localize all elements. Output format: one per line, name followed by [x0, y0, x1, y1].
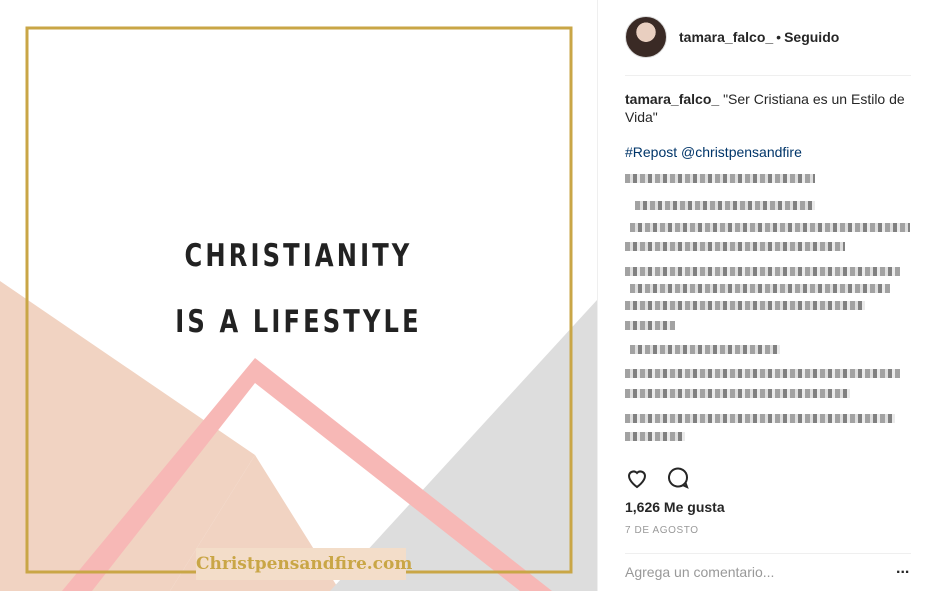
- blurred-caption: [625, 168, 915, 458]
- caption: tamara_falco_ "Ser Cristiana es un Estil…: [625, 90, 907, 126]
- header-text: tamara_falco_ • Seguido: [679, 29, 839, 45]
- more-options-icon[interactable]: ...: [896, 560, 909, 578]
- comment-input[interactable]: Agrega un comentario...: [625, 564, 774, 580]
- username-link[interactable]: tamara_falco_: [679, 29, 773, 45]
- separator-dot: •: [776, 29, 782, 45]
- action-bar: [625, 466, 707, 490]
- comment-icon[interactable]: [666, 466, 690, 490]
- watermark: Christpensandfire.com: [196, 548, 412, 580]
- like-count[interactable]: 1,626 Me gusta: [625, 499, 725, 515]
- header-divider: [625, 75, 911, 76]
- heart-icon[interactable]: [625, 466, 649, 490]
- post-header: tamara_falco_ • Seguido: [625, 16, 839, 58]
- quote-line-1: CHRISTIANITY: [184, 238, 413, 274]
- post-image[interactable]: CHRISTIANITY IS A LIFESTYLE Christpensan…: [0, 0, 597, 591]
- post-date[interactable]: 7 DE AGOSTO: [625, 525, 699, 536]
- post-sidebar: tamara_falco_ • Seguido tamara_falco_ "Ser…: [597, 0, 933, 591]
- quote-line-2: IS A LIFESTYLE: [175, 304, 422, 340]
- footer-divider: [625, 553, 911, 554]
- repost-link[interactable]: #Repost @christpensandfire: [625, 144, 802, 160]
- avatar[interactable]: [625, 16, 667, 58]
- follow-status[interactable]: Seguido: [784, 29, 839, 45]
- post-graphic: [0, 26, 597, 591]
- caption-username[interactable]: tamara_falco_: [625, 91, 719, 107]
